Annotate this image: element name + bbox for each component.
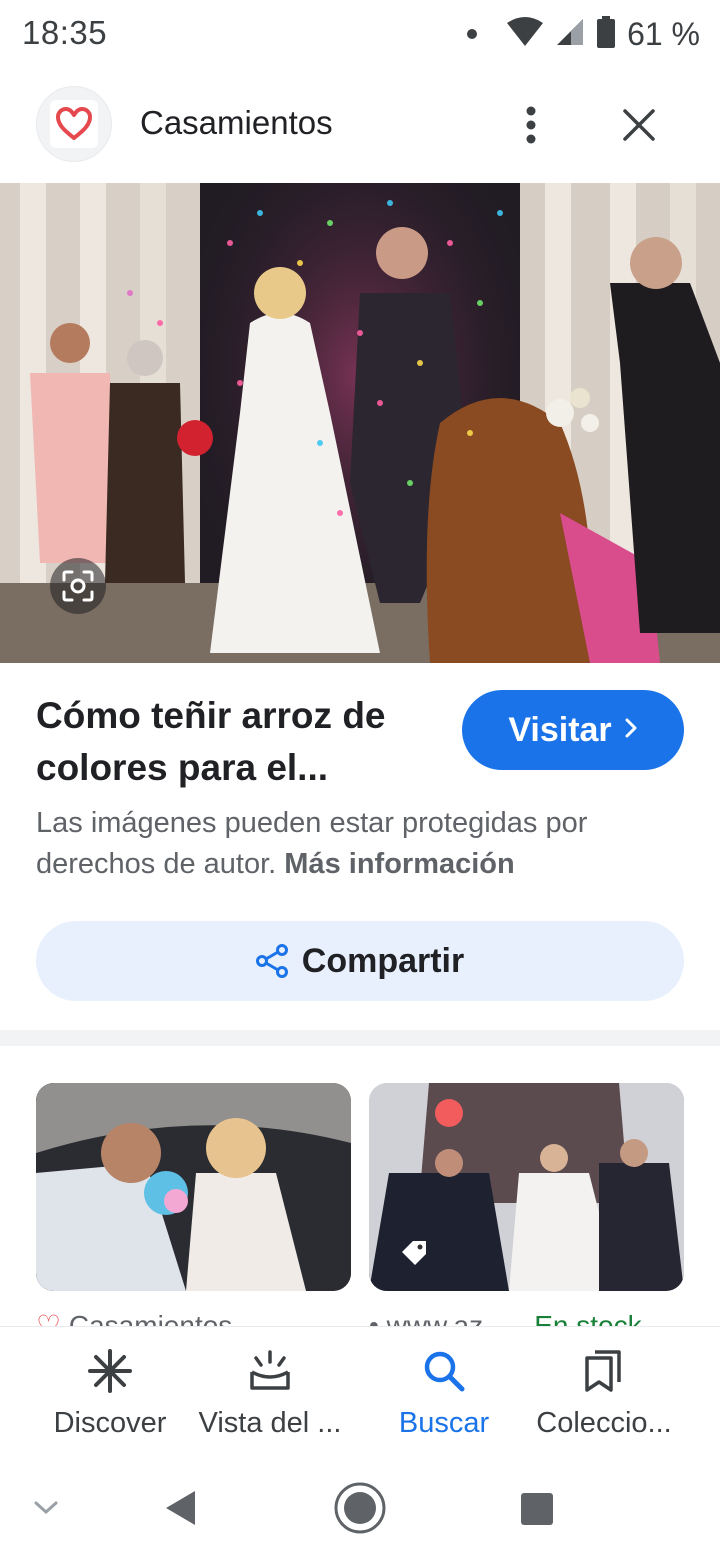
chevron-down-icon — [34, 1501, 58, 1515]
bottom-nav: Discover Vista del ... Buscar Coleccio..… — [0, 1326, 720, 1454]
site-logo[interactable] — [36, 86, 112, 162]
signal-icon — [555, 17, 585, 52]
updates-icon — [244, 1345, 296, 1397]
nav-search[interactable]: Buscar — [380, 1345, 508, 1449]
wifi-icon — [507, 16, 544, 52]
back-triangle-icon — [166, 1491, 195, 1525]
nav-discover-label: Discover — [53, 1407, 167, 1439]
nav-updates[interactable]: Vista del ... — [190, 1345, 350, 1449]
battery-icon — [597, 15, 616, 53]
visit-button[interactable]: Visitar — [462, 690, 684, 770]
tag-icon — [399, 1238, 429, 1268]
system-nav-bar — [0, 1456, 720, 1560]
section-divider — [0, 1030, 720, 1046]
result-title[interactable]: Cómo teñir arroz de colores para el... — [36, 690, 436, 794]
page: 18:35 61 % Casamientos Cómo teñir arroz … — [0, 0, 720, 1560]
share-icon — [255, 944, 288, 978]
site-title[interactable]: Casamientos — [140, 104, 333, 142]
nav-collections[interactable]: Coleccio... — [522, 1345, 686, 1449]
result-title-line-2: colores para el... — [36, 747, 329, 788]
nav-updates-label: Vista del ... — [198, 1407, 342, 1439]
collections-icon — [578, 1345, 630, 1397]
home-button[interactable] — [332, 1480, 388, 1536]
share-label: Compartir — [301, 941, 465, 980]
battery-percent: 61 % — [627, 15, 700, 52]
wedding-photo — [0, 183, 720, 663]
related-source-1[interactable]: ♡ Casamientos — [36, 1306, 351, 1328]
more-vert-icon — [526, 106, 536, 144]
copyright-notice: Las imágenes pueden estar protegidas por… — [36, 803, 676, 885]
nav-collections-label: Coleccio... — [536, 1407, 672, 1439]
result-header: Casamientos — [0, 84, 720, 166]
result-title-line-1: Cómo teñir arroz de — [36, 695, 386, 736]
close-button[interactable] — [614, 102, 664, 148]
status-bar: 18:35 61 % — [0, 0, 720, 70]
chevron-right-icon — [624, 714, 638, 746]
recents-button[interactable] — [516, 1488, 558, 1530]
nav-search-label: Buscar — [398, 1407, 490, 1439]
close-icon — [623, 109, 655, 141]
status-icons: 61 % — [467, 15, 700, 53]
related-photo-1 — [36, 1083, 351, 1291]
heart-logo-icon — [50, 100, 98, 148]
lens-icon — [62, 570, 94, 602]
asterisk-icon — [84, 1345, 136, 1397]
related-source-2[interactable]: • www.az... En stock — [369, 1306, 684, 1328]
notification-dot-icon — [467, 29, 478, 39]
more-info-link[interactable]: Más información — [284, 848, 514, 880]
share-button[interactable]: Compartir — [36, 921, 684, 1001]
hero-image[interactable] — [0, 183, 720, 663]
visit-label: Visitar — [508, 710, 612, 749]
home-circle-icon — [334, 1482, 386, 1534]
more-options-button[interactable] — [510, 102, 552, 148]
lens-search-button[interactable] — [50, 558, 106, 614]
status-time: 18:35 — [22, 14, 108, 51]
back-button[interactable] — [156, 1484, 204, 1532]
related-image-2[interactable] — [369, 1083, 684, 1291]
related-image-1[interactable] — [36, 1083, 351, 1291]
recents-square-icon — [521, 1493, 553, 1525]
search-icon — [418, 1345, 470, 1397]
hide-keyboard-button[interactable] — [28, 1490, 64, 1526]
nav-discover[interactable]: Discover — [40, 1345, 180, 1449]
